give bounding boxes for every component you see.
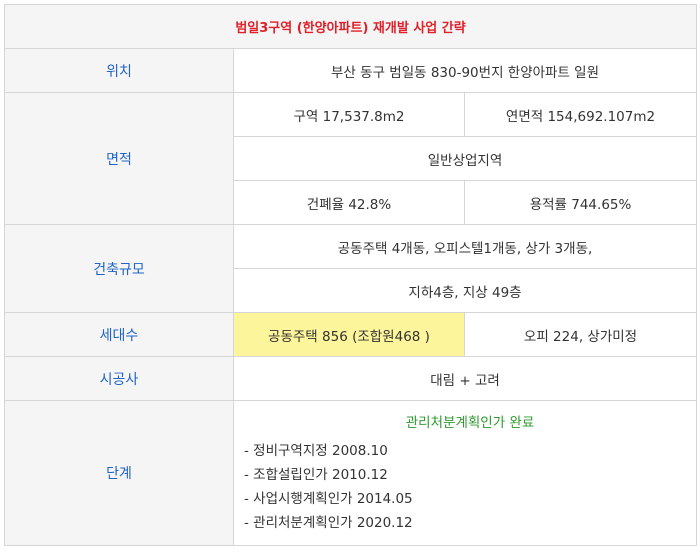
buildings-value: 공동주택 4개동, 오피스텔1개동, 상가 3개동, [232, 224, 698, 269]
stage-history-item: 정비구역지정 2008.10 [244, 439, 696, 463]
coverage-ratio-value: 건폐율 42.8% [233, 180, 465, 225]
stage-history-list: 정비구역지정 2008.10 조합설립인가 2010.12 사업시행계획인가 2… [244, 439, 696, 535]
households-row: 세대수 공동주택 856 (조합원468 ) 오피 224, 상가미정 [4, 312, 698, 357]
scale-label: 건축규모 [4, 224, 234, 313]
contractor-label: 시공사 [4, 356, 234, 401]
district-area-value: 구역 17,537.8m2 [233, 92, 465, 137]
floors-value: 지하4층, 지상 49층 [232, 268, 698, 313]
stage-history-item: 관리처분계획인가 2020.12 [244, 511, 696, 535]
area-label: 면적 [4, 92, 234, 225]
apartments-value: 공동주택 856 (조합원468 ) [233, 312, 465, 357]
scale-row-1: 건축규모 공동주택 4개동, 오피스텔1개동, 상가 3개동, [4, 224, 698, 313]
location-value: 부산 동구 범일동 830-90번지 한양아파트 일원 [232, 48, 698, 93]
title-row: 범일3구역 (한양아파트) 재개발 사업 간략 [3, 4, 698, 49]
stage-history-item: 조합설립인가 2010.12 [244, 463, 696, 487]
contractor-value: 대림 + 고려 [232, 356, 698, 401]
project-summary-table: 범일3구역 (한양아파트) 재개발 사업 간략 위치 부산 동구 범일동 830… [3, 4, 698, 546]
contractor-row: 시공사 대림 + 고려 [4, 356, 698, 401]
zoning-value: 일반상업지역 [232, 136, 698, 181]
area-row-1: 면적 구역 17,537.8m2 연면적 154,692.107m2 [4, 92, 698, 225]
stage-history-item: 사업시행계획인가 2014.05 [244, 487, 696, 511]
stage-status: 관리처분계획인가 완료 [405, 415, 535, 431]
others-value: 오피 224, 상가미정 [463, 312, 698, 357]
stage-details: 관리처분계획인가 완료 정비구역지정 2008.10 조합설립인가 2010.1… [232, 400, 698, 546]
stage-label: 단계 [4, 400, 234, 546]
households-label: 세대수 [4, 312, 234, 357]
floor-area-value: 연면적 154,692.107m2 [463, 92, 698, 137]
table-title: 범일3구역 (한양아파트) 재개발 사업 간략 [3, 4, 698, 49]
stage-row: 단계 관리처분계획인가 완료 정비구역지정 2008.10 조합설립인가 201… [4, 400, 698, 546]
location-row: 위치 부산 동구 범일동 830-90번지 한양아파트 일원 [4, 48, 698, 93]
location-label: 위치 [4, 48, 234, 93]
floor-area-ratio-value: 용적률 744.65% [463, 180, 698, 225]
